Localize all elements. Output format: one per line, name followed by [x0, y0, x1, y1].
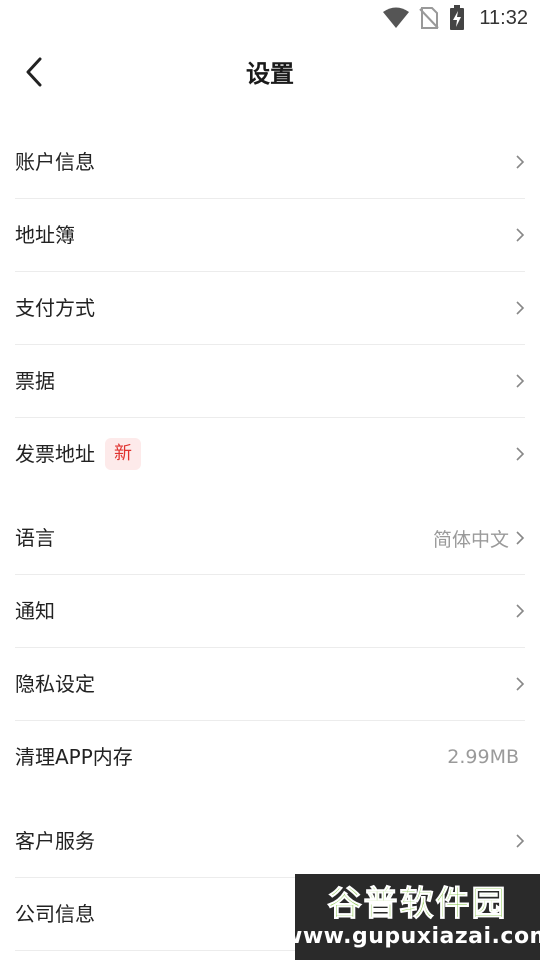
watermark-logo: 谷普软件园 www.gupuxiazai.com: [282, 874, 540, 960]
row-label: 通知: [15, 599, 55, 623]
row-language[interactable]: 语言 简体中文: [15, 502, 525, 575]
language-value: 简体中文: [432, 528, 509, 551]
chevron-right-icon: [516, 228, 525, 242]
status-bar: 11:32: [0, 0, 540, 36]
settings-group-account: 账户信息 地址簿 支付方式 票据 发票地址 新: [0, 126, 540, 490]
chevron-right-icon: [516, 834, 525, 848]
row-label: 支付方式: [15, 296, 95, 320]
row-label: 发票地址: [15, 442, 95, 466]
row-label: 清理APP内存: [15, 745, 133, 769]
chevron-right-icon: [516, 447, 525, 461]
row-privacy-settings[interactable]: 隐私设定: [15, 648, 525, 721]
chevron-right-icon: [516, 155, 525, 169]
chevron-right-icon: [516, 531, 525, 545]
no-sim-icon: [419, 6, 440, 30]
new-badge: 新: [105, 438, 141, 470]
chevron-right-icon: [516, 301, 525, 315]
settings-group-app: 语言 简体中文 通知 隐私设定 清理APP内存 2.99MB: [0, 502, 540, 793]
row-label: 公司信息: [15, 902, 95, 926]
chevron-right-icon: [516, 604, 525, 618]
watermark-title: 谷普软件园: [327, 884, 508, 925]
row-address-book[interactable]: 地址簿: [15, 199, 525, 272]
cache-size-value: 2.99MB: [447, 746, 519, 768]
row-receipts[interactable]: 票据: [15, 345, 525, 418]
row-customer-service[interactable]: 客户服务: [15, 805, 525, 878]
wifi-icon: [383, 7, 410, 29]
watermark-url: www.gupuxiazai.com: [282, 924, 540, 949]
battery-charging-icon: [449, 5, 465, 31]
row-account-info[interactable]: 账户信息: [15, 126, 525, 199]
row-label: 语言: [15, 526, 55, 550]
page-title: 设置: [246, 60, 294, 88]
row-label: 地址簿: [15, 223, 75, 247]
row-notifications[interactable]: 通知: [15, 575, 525, 648]
row-label: 账户信息: [15, 150, 95, 174]
chevron-right-icon: [516, 374, 525, 388]
status-time: 11:32: [479, 6, 528, 29]
row-payment-method[interactable]: 支付方式: [15, 272, 525, 345]
row-clear-cache[interactable]: 清理APP内存 2.99MB: [15, 721, 525, 793]
chevron-right-icon: [516, 677, 525, 691]
row-label: 隐私设定: [15, 672, 95, 696]
row-label: 票据: [15, 369, 55, 393]
row-label: 客户服务: [15, 829, 95, 853]
header: 设置: [0, 36, 540, 112]
row-invoice-address[interactable]: 发票地址 新: [15, 418, 525, 490]
